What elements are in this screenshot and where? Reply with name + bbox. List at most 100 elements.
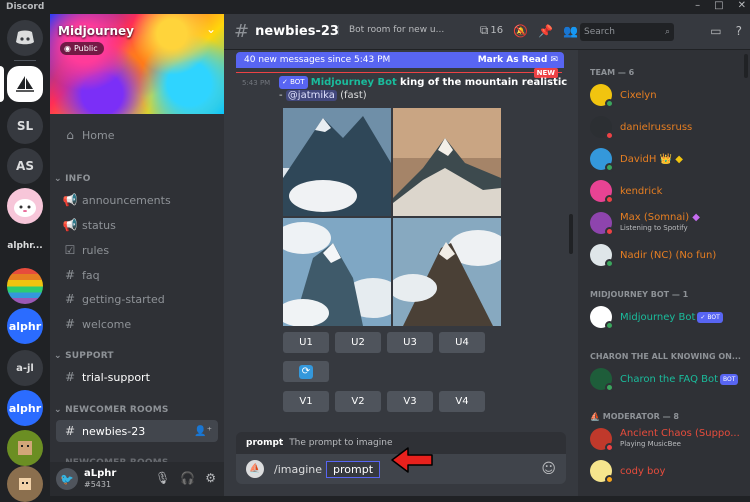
hint-option-name: prompt xyxy=(246,438,284,448)
headphones-icon[interactable]: 🎧 xyxy=(180,471,195,485)
members-category-faq: CHARON THE ALL KNOWING ON... xyxy=(590,352,741,361)
moderator-icon: ⛵ xyxy=(590,412,600,421)
threads-button[interactable]: ⧉ 16 xyxy=(480,23,503,38)
avatar xyxy=(590,116,614,140)
member-toolbar: Search ⌕ ▭ ? xyxy=(578,14,750,50)
user-name: aLphr xyxy=(84,468,117,479)
image-tile-2[interactable] xyxy=(393,108,501,216)
image-grid[interactable] xyxy=(283,108,501,326)
search-icon: ⌕ xyxy=(664,27,670,37)
prompt-option-field[interactable]: prompt xyxy=(326,460,381,478)
variation-v2-button[interactable]: V2 xyxy=(335,391,381,412)
channel-getting-started[interactable]: # getting-started xyxy=(56,288,218,310)
upscale-u3-button[interactable]: U3 xyxy=(387,332,433,353)
image-tile-3[interactable] xyxy=(283,218,391,326)
variation-v4-button[interactable]: V4 xyxy=(439,391,485,412)
server-midjourney[interactable] xyxy=(7,66,43,102)
variation-v1-button[interactable]: V1 xyxy=(283,391,329,412)
member-item[interactable]: Charon the FAQ Bot BOT xyxy=(590,366,746,392)
upscale-u4-button[interactable]: U4 xyxy=(439,332,485,353)
upscale-u1-button[interactable]: U1 xyxy=(283,332,329,353)
image-tile-1[interactable] xyxy=(283,108,391,216)
mute-bell-icon[interactable]: 🔕 xyxy=(513,24,528,38)
category-newcomer-rooms[interactable]: ⌄ NEWCOMER ROOMS xyxy=(54,405,169,415)
avatar xyxy=(590,428,614,452)
maximize-icon[interactable]: □ xyxy=(714,0,723,11)
refresh-icon: ⟳ xyxy=(299,364,313,379)
mark-as-read-button[interactable]: Mark As Read ✉ xyxy=(478,55,558,65)
member-item[interactable]: DavidH 👑 ◆ xyxy=(590,146,746,172)
message-author[interactable]: Midjourney Bot xyxy=(311,77,397,88)
pin-icon[interactable]: 📌 xyxy=(538,24,553,38)
home-link[interactable]: ⌂ Home xyxy=(56,124,218,146)
member-item[interactable]: kendrick xyxy=(590,178,746,204)
new-messages-bar[interactable]: 40 new messages since 5:43 PM Mark As Re… xyxy=(236,52,564,68)
members-icon[interactable]: 👥 xyxy=(563,24,578,38)
channel-trial-support[interactable]: # trial-support xyxy=(56,366,218,388)
member-item[interactable]: Max (Somnai) ◆ Listening to Spotify xyxy=(590,210,746,236)
server-banner: Midjourney ⌄ ◉ Public xyxy=(50,14,224,114)
refresh-button[interactable]: ⟳ xyxy=(283,361,329,382)
rainbow-flag-icon[interactable] xyxy=(7,268,43,304)
members-category-bot: MIDJOURNEY BOT — 1 xyxy=(590,290,689,299)
public-label: Public xyxy=(73,44,98,53)
add-user-icon[interactable]: 👤⁺ xyxy=(194,426,212,437)
member-item[interactable]: Midjourney Bot ✓ BOT xyxy=(590,304,746,330)
member-item[interactable]: danielrussruss xyxy=(590,114,746,140)
server-alphr-blue[interactable]: alphr xyxy=(7,308,43,344)
pixel-avatar-icon[interactable] xyxy=(7,430,43,466)
pink-blob-icon[interactable] xyxy=(7,188,43,224)
channel-newbies-23[interactable]: # newbies-23 👤⁺ xyxy=(56,420,218,442)
upscale-u2-button[interactable]: U2 xyxy=(335,332,381,353)
microphone-icon[interactable]: 🎙 xyxy=(155,471,170,485)
avatar xyxy=(590,148,614,172)
hint-option-description: The prompt to imagine xyxy=(289,438,393,448)
member-item[interactable]: Ancient Chaos (Suppo... Playing MusicBee xyxy=(590,426,746,452)
message-header: ✓ BOT Midjourney Bot king of the mountai… xyxy=(279,76,568,101)
server-alphr-text[interactable]: alphr... xyxy=(7,228,43,264)
channel-announcements[interactable]: 📢 announcements xyxy=(56,189,218,211)
close-icon[interactable]: ✕ xyxy=(738,0,746,11)
avatar xyxy=(590,212,614,236)
minimize-icon[interactable]: – xyxy=(695,0,700,11)
image-tile-4[interactable] xyxy=(393,218,501,326)
chevron-down-icon[interactable]: ⌄ xyxy=(206,22,216,36)
server-as[interactable]: AS xyxy=(7,148,43,184)
search-input[interactable]: Search ⌕ xyxy=(580,23,674,41)
user-name-block[interactable]: aLphr #5431 xyxy=(84,468,116,490)
channel-welcome[interactable]: # welcome xyxy=(56,313,218,335)
server-ajl[interactable]: a-jl xyxy=(7,350,43,386)
discord-logo-icon[interactable] xyxy=(7,20,43,56)
channel-topic[interactable]: Bot room for new u... xyxy=(338,25,448,35)
server-alphr-blue-2[interactable]: alphr xyxy=(7,390,43,426)
hash-icon: # xyxy=(64,292,76,306)
megaphone-icon: 📢 xyxy=(62,193,78,207)
user-panel: 🐦 aLphr #5431 🎙 🎧 ⚙ xyxy=(50,462,224,496)
category-support[interactable]: ⌄ SUPPORT xyxy=(54,351,114,361)
window-titlebar: Discord – □ ✕ xyxy=(0,0,750,14)
category-info[interactable]: ⌄ INFO xyxy=(54,174,91,184)
gear-icon[interactable]: ⚙ xyxy=(205,471,216,485)
inbox-icon[interactable]: ▭ xyxy=(710,24,721,38)
avatar[interactable]: 🐦 xyxy=(56,468,78,490)
member-item[interactable]: cody boy xyxy=(590,458,746,484)
chat-scrollbar[interactable] xyxy=(569,214,573,254)
bot-badge: ✓ BOT xyxy=(697,311,723,323)
server-name[interactable]: Midjourney xyxy=(58,24,134,38)
home-label: Home xyxy=(82,128,115,142)
emoji-icon[interactable]: ☺ xyxy=(541,461,556,477)
user-mention[interactable]: @jatmika xyxy=(285,90,337,101)
channel-rules[interactable]: ☑ rules xyxy=(56,239,218,261)
member-item[interactable]: Nadir (NC) (No fun) xyxy=(590,242,746,268)
channel-status[interactable]: 📢 status xyxy=(56,214,218,236)
server-sl[interactable]: SL xyxy=(7,108,43,144)
avatar xyxy=(590,180,614,204)
member-item[interactable]: Cixelyn xyxy=(590,82,746,108)
hash-icon: # xyxy=(234,21,250,42)
variation-v3-button[interactable]: V3 xyxy=(387,391,433,412)
channel-faq[interactable]: # faq xyxy=(56,264,218,286)
pixel-avatar-icon[interactable] xyxy=(7,466,43,502)
mark-read-icon: ✉ xyxy=(550,55,558,65)
help-icon[interactable]: ? xyxy=(736,24,742,38)
avatar xyxy=(590,244,614,268)
